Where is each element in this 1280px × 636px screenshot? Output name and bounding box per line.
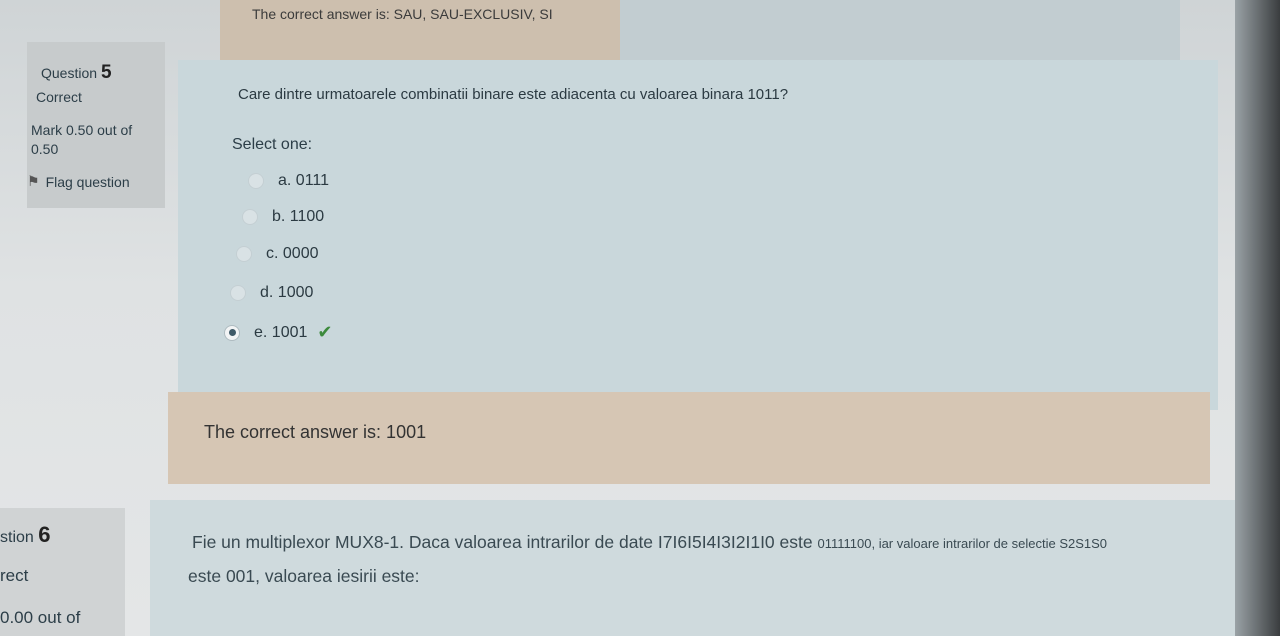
right-answer-text: The correct answer is: 1001 — [204, 422, 427, 442]
answer-label: a. 0111 — [278, 172, 330, 189]
question-formulation-6: Fie un multiplexor MUX8-1. Daca valoarea… — [150, 500, 1250, 636]
radio-button[interactable] — [242, 209, 258, 225]
question-info-6: stion 6 rect 0.00 out of — [0, 508, 125, 636]
previous-question-area — [620, 0, 1180, 60]
question-number: Question 5 — [41, 62, 112, 84]
grade-line-2: 0.50 — [31, 141, 59, 157]
radio-button[interactable] — [230, 285, 246, 301]
screen-edge — [1235, 0, 1280, 636]
answer-option-a[interactable]: a. 0111 — [248, 172, 329, 190]
answer-label: d. 1000 — [260, 284, 314, 301]
question-formulation-5: Care dintre urmatoarele combinatii binar… — [178, 60, 1218, 410]
question-text-line-1: Fie un multiplexor MUX8-1. Daca valoarea… — [192, 532, 1107, 553]
answer-label: e. 1001 — [254, 323, 308, 341]
question-state: rect — [0, 566, 29, 585]
previous-feedback-text: The correct answer is: SAU, SAU-EXCLUSIV… — [252, 6, 553, 22]
question-state: Correct — [36, 89, 82, 105]
question-grade: 0.00 out of — [0, 608, 81, 627]
grade-line-1: Mark 0.50 out of — [31, 122, 133, 138]
question-text-line-2: este 001, valoarea iesirii este: — [188, 566, 420, 586]
question-word-partial: stion — [0, 529, 34, 546]
radio-button[interactable] — [236, 246, 252, 262]
answer-label: c. 0000 — [266, 245, 319, 262]
check-icon: ✔ — [317, 322, 333, 342]
right-answer-feedback: The correct answer is: 1001 — [168, 392, 1210, 484]
question-info-5: Question 5 Correct Mark 0.50 out of 0.50… — [27, 42, 165, 208]
quiz-review-page: The correct answer is: SAU, SAU-EXCLUSIV… — [0, 0, 1280, 636]
flag-question-label: Flag question — [45, 173, 130, 190]
answer-option-b[interactable]: b. 1100 — [242, 208, 324, 226]
question-number: stion 6 — [0, 522, 51, 548]
radio-button[interactable] — [248, 173, 264, 189]
question-text-start: Fie un multiplexor MUX8-1. Daca valoarea… — [192, 532, 813, 552]
question-text: Care dintre urmatoarele combinatii binar… — [238, 86, 789, 103]
question-grade: Mark 0.50 out of 0.50 — [31, 121, 132, 159]
answer-option-e[interactable]: e. 1001 ✔ — [224, 322, 332, 343]
radio-button-selected[interactable] — [224, 324, 240, 341]
answer-label: b. 1100 — [272, 208, 325, 225]
flag-icon: ⚑ — [27, 173, 40, 189]
question-word: Question — [41, 65, 98, 81]
question-number-value: 6 — [38, 522, 51, 547]
question-number-value: 5 — [100, 62, 112, 83]
answer-option-c[interactable]: c. 0000 — [236, 245, 318, 263]
question-text-end: 01111100, iar valoare intrarilor de sele… — [817, 536, 1108, 551]
flag-question-link[interactable]: ⚑ Flag question — [27, 173, 130, 190]
answer-option-d[interactable]: d. 1000 — [230, 284, 313, 302]
select-one-prompt: Select one: — [232, 136, 313, 153]
